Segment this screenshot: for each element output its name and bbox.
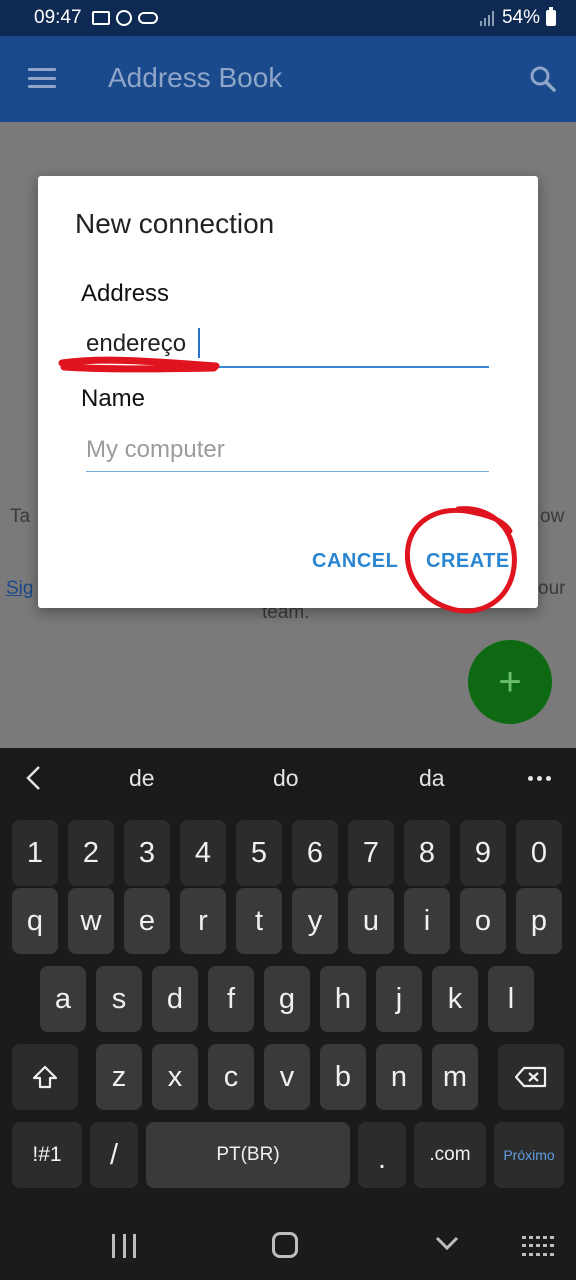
- key-d[interactable]: d: [152, 966, 198, 1032]
- key-w[interactable]: w: [68, 888, 114, 954]
- key-z[interactable]: z: [96, 1044, 142, 1110]
- key-j[interactable]: j: [376, 966, 422, 1032]
- key-e[interactable]: e: [124, 888, 170, 954]
- red-circle-annotation: [404, 506, 517, 614]
- backspace-key[interactable]: [498, 1044, 564, 1110]
- key-8[interactable]: 8: [404, 820, 450, 886]
- app-bar: Address Book: [0, 36, 576, 122]
- menu-icon[interactable]: [28, 68, 56, 88]
- key-7[interactable]: 7: [348, 820, 394, 886]
- suggestion-item[interactable]: de: [129, 765, 155, 792]
- key-5[interactable]: 5: [236, 820, 282, 886]
- key-l[interactable]: l: [488, 966, 534, 1032]
- navigation-bar: [0, 1212, 576, 1280]
- shift-icon: [32, 1065, 58, 1089]
- key-1[interactable]: 1: [12, 820, 58, 886]
- space-key[interactable]: PT(BR): [146, 1122, 350, 1188]
- battery-percent: 54%: [501, 7, 540, 28]
- key-v[interactable]: v: [264, 1044, 310, 1110]
- new-connection-dialog: New connection Address endereço Name My …: [38, 176, 538, 614]
- key-6[interactable]: 6: [292, 820, 338, 886]
- keyboard-icon[interactable]: [522, 1236, 554, 1258]
- key-b[interactable]: b: [320, 1044, 366, 1110]
- game-icon: [137, 12, 158, 24]
- chevron-left-icon[interactable]: [24, 764, 42, 792]
- key-c[interactable]: c: [208, 1044, 254, 1110]
- name-label: Name: [81, 385, 146, 412]
- period-key[interactable]: .: [358, 1122, 406, 1188]
- suggestion-item[interactable]: da: [419, 765, 445, 792]
- key-n[interactable]: n: [376, 1044, 422, 1110]
- chevron-down-icon[interactable]: [434, 1234, 460, 1252]
- add-connection-button[interactable]: +: [468, 640, 552, 724]
- key-s[interactable]: s: [96, 966, 142, 1032]
- battery-icon: [546, 7, 556, 26]
- address-label: Address: [81, 280, 170, 307]
- key-i[interactable]: i: [404, 888, 450, 954]
- key-4[interactable]: 4: [180, 820, 226, 886]
- red-scribble-annotation: [58, 356, 220, 373]
- backspace-icon: [514, 1066, 547, 1088]
- recent-apps-icon[interactable]: [112, 1234, 136, 1258]
- cancel-button[interactable]: CANCEL: [312, 550, 398, 573]
- key-q[interactable]: q: [12, 888, 58, 954]
- name-input-underline: [86, 471, 489, 472]
- key-0[interactable]: 0: [516, 820, 562, 886]
- slash-key[interactable]: /: [90, 1122, 138, 1188]
- key-r[interactable]: r: [180, 888, 226, 954]
- search-icon[interactable]: [530, 66, 556, 92]
- whatsapp-icon: [115, 10, 132, 26]
- key-2[interactable]: 2: [68, 820, 114, 886]
- background-text-fragment: Ta: [10, 506, 31, 527]
- gallery-icon: [91, 11, 110, 25]
- key-g[interactable]: g: [264, 966, 310, 1032]
- sign-in-link[interactable]: Sig: [6, 578, 33, 600]
- background-text-fragment: ow: [540, 506, 565, 527]
- key-9[interactable]: 9: [460, 820, 506, 886]
- status-bar: 09:47 54%: [0, 0, 576, 36]
- suggestion-item[interactable]: do: [273, 765, 299, 792]
- shift-key[interactable]: [12, 1044, 78, 1110]
- signal-icon: [479, 10, 496, 26]
- home-icon[interactable]: [272, 1232, 298, 1258]
- key-h[interactable]: h: [320, 966, 366, 1032]
- key-o[interactable]: o: [460, 888, 506, 954]
- key-p[interactable]: p: [516, 888, 562, 954]
- key-f[interactable]: f: [208, 966, 254, 1032]
- key-y[interactable]: y: [292, 888, 338, 954]
- name-input[interactable]: My computer: [86, 436, 489, 472]
- key-u[interactable]: u: [348, 888, 394, 954]
- name-input-placeholder: My computer: [86, 436, 225, 463]
- more-options-icon[interactable]: [528, 776, 551, 781]
- background-text-fragment: our: [538, 578, 566, 599]
- keyboard: 1 2 3 4 5 6 7 8 9 0 q w e r t y u i o p …: [0, 808, 576, 1212]
- dotcom-key[interactable]: .com: [414, 1122, 486, 1188]
- key-k[interactable]: k: [432, 966, 478, 1032]
- plus-icon: +: [498, 659, 522, 704]
- key-x[interactable]: x: [152, 1044, 198, 1110]
- next-key[interactable]: Próximo: [494, 1122, 564, 1188]
- app-title: Address Book: [108, 62, 283, 93]
- key-3[interactable]: 3: [124, 820, 170, 886]
- keyboard-suggestion-bar: de do da: [0, 748, 576, 808]
- dialog-title: New connection: [75, 208, 275, 239]
- key-m[interactable]: m: [432, 1044, 478, 1110]
- key-a[interactable]: a: [40, 966, 86, 1032]
- key-t[interactable]: t: [236, 888, 282, 954]
- status-time: 09:47: [34, 7, 82, 28]
- symbols-key[interactable]: !#1: [12, 1122, 82, 1188]
